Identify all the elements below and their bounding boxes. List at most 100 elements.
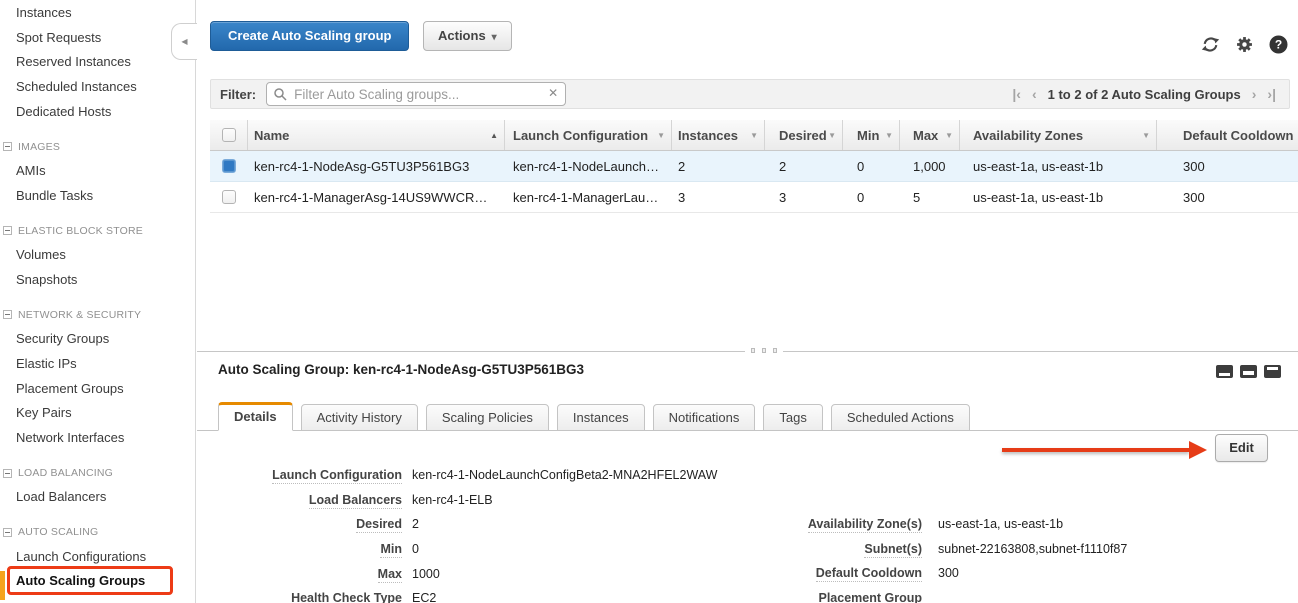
- sidebar-section-network-security[interactable]: NETWORK & SECURITY: [0, 303, 195, 328]
- collapse-minus-icon: [3, 142, 12, 151]
- tab-scaling-policies[interactable]: Scaling Policies: [426, 404, 549, 431]
- detail-tabs: Details Activity History Scaling Policie…: [197, 402, 1298, 431]
- tab-details[interactable]: Details: [218, 402, 293, 431]
- field-default-cooldown: Default Cooldown300: [732, 564, 1127, 589]
- sidebar-section-images[interactable]: IMAGES: [0, 134, 195, 159]
- sidebar-item-amis[interactable]: AMIs: [0, 159, 195, 184]
- tab-instances[interactable]: Instances: [557, 404, 645, 431]
- sidebar-item-snapshots[interactable]: Snapshots: [0, 268, 195, 293]
- column-label: Availability Zones: [973, 128, 1083, 143]
- filter-search-input[interactable]: [266, 82, 566, 106]
- field-label: Max: [378, 567, 402, 583]
- sidebar-item-spot-requests[interactable]: Spot Requests: [0, 26, 195, 51]
- cell-default-cooldown: 300: [1157, 159, 1298, 174]
- field-value: ken-rc4-1-ELB: [412, 493, 493, 507]
- sidebar-item-elastic-ips[interactable]: Elastic IPs: [0, 352, 195, 377]
- sidebar-item-key-pairs[interactable]: Key Pairs: [0, 401, 195, 426]
- sort-caret-icon: ▼: [885, 131, 893, 140]
- layout-split-pane-icon[interactable]: [1240, 365, 1257, 378]
- row-checkbox[interactable]: [222, 190, 236, 204]
- column-header-default-cooldown[interactable]: Default Cooldown: [1157, 120, 1298, 150]
- tab-notifications[interactable]: Notifications: [653, 404, 756, 431]
- cell-name: ken-rc4-1-ManagerAsg-14US9WWCR…: [248, 190, 505, 205]
- cell-availability-zones: us-east-1a, us-east-1b: [960, 190, 1157, 205]
- collapse-minus-icon: [3, 528, 12, 537]
- field-value: EC2: [412, 591, 436, 603]
- orange-annotation-bar: [0, 571, 5, 600]
- column-header-launch-configuration[interactable]: Launch Configuration ▼: [505, 120, 672, 150]
- field-label: Placement Group: [819, 591, 923, 603]
- sidebar-item-label: Auto Scaling Groups: [16, 573, 145, 588]
- cell-instances: 2: [672, 159, 765, 174]
- sidebar-item-launch-configurations[interactable]: Launch Configurations: [0, 545, 195, 570]
- sidebar-item-load-balancers[interactable]: Load Balancers: [0, 485, 195, 510]
- page-prev-icon[interactable]: ‹: [1032, 86, 1037, 102]
- sidebar-item-auto-scaling-groups[interactable]: Auto Scaling Groups: [0, 569, 195, 594]
- cell-max: 5: [900, 190, 960, 205]
- red-arrow-annotation: [1002, 441, 1207, 459]
- sidebar-item-security-groups[interactable]: Security Groups: [0, 327, 195, 352]
- sidebar-item-volumes[interactable]: Volumes: [0, 243, 195, 268]
- refresh-icon[interactable]: [1201, 36, 1220, 53]
- tab-scheduled-actions[interactable]: Scheduled Actions: [831, 404, 970, 431]
- column-header-instances[interactable]: Instances ▼: [672, 120, 765, 150]
- sidebar-item-reserved-instances[interactable]: Reserved Instances: [0, 50, 195, 75]
- sidebar-section-ebs[interactable]: ELASTIC BLOCK STORE: [0, 219, 195, 244]
- cell-max: 1,000: [900, 159, 960, 174]
- sidebar-section-load-balancing[interactable]: LOAD BALANCING: [0, 461, 195, 486]
- sidebar-section-label: NETWORK & SECURITY: [18, 309, 141, 321]
- clear-filter-icon[interactable]: ✕: [548, 86, 558, 100]
- field-label: Subnet(s): [864, 542, 922, 558]
- gear-icon[interactable]: [1236, 36, 1253, 53]
- sidebar-item-placement-groups[interactable]: Placement Groups: [0, 377, 195, 402]
- page-last-icon[interactable]: ›|: [1267, 86, 1276, 102]
- main-content: Create Auto Scaling group Actions▾: [197, 0, 1298, 603]
- sidebar-item-bundle-tasks[interactable]: Bundle Tasks: [0, 184, 195, 209]
- tab-activity-history[interactable]: Activity History: [301, 404, 418, 431]
- sidebar-item-dedicated-hosts[interactable]: Dedicated Hosts: [0, 100, 195, 125]
- help-icon[interactable]: ?: [1269, 35, 1288, 54]
- column-label: Name: [254, 128, 289, 143]
- sidebar-item-network-interfaces[interactable]: Network Interfaces: [0, 426, 195, 451]
- column-header-name[interactable]: Name ▲: [248, 120, 505, 150]
- pagination-text: 1 to 2 of 2 Auto Scaling Groups: [1048, 87, 1241, 102]
- field-health-check-type: Health Check TypeEC2: [218, 589, 717, 603]
- layout-bottom-pane-icon[interactable]: [1216, 365, 1233, 378]
- column-label: Instances: [678, 128, 738, 143]
- column-label: Launch Configuration: [513, 128, 648, 143]
- field-label: Load Balancers: [309, 493, 402, 509]
- field-label: Default Cooldown: [816, 566, 922, 582]
- tab-tags[interactable]: Tags: [763, 404, 822, 431]
- row-checkbox-checked[interactable]: [222, 159, 236, 173]
- sidebar-item-instances[interactable]: Instances: [0, 1, 195, 26]
- edit-button[interactable]: Edit: [1215, 434, 1268, 462]
- sidebar-section-auto-scaling[interactable]: AUTO SCALING: [0, 520, 195, 545]
- column-header-availability-zones[interactable]: Availability Zones ▼: [960, 120, 1157, 150]
- create-auto-scaling-group-button[interactable]: Create Auto Scaling group: [210, 21, 409, 51]
- sort-caret-icon: ▼: [1142, 131, 1150, 140]
- field-label: Desired: [356, 517, 402, 533]
- sidebar-collapse-tab[interactable]: ◀: [171, 23, 197, 60]
- table-row[interactable]: ken-rc4-1-ManagerAsg-14US9WWCR… ken-rc4-…: [210, 182, 1298, 213]
- sidebar-item-scheduled-instances[interactable]: Scheduled Instances: [0, 75, 195, 100]
- divider-drag-handle[interactable]: [745, 348, 783, 353]
- select-all-checkbox[interactable]: [210, 120, 248, 150]
- table-header-row: Name ▲ Launch Configuration ▼ Instances …: [210, 120, 1298, 151]
- field-subnets: Subnet(s)subnet-22163808,subnet-f1110f87: [732, 540, 1127, 565]
- page-next-icon[interactable]: ›: [1252, 86, 1257, 102]
- column-header-min[interactable]: Min ▼: [843, 120, 900, 150]
- sort-asc-icon: ▲: [490, 131, 498, 140]
- pagination: |‹ ‹ 1 to 2 of 2 Auto Scaling Groups › ›…: [1012, 86, 1276, 102]
- asg-table: Name ▲ Launch Configuration ▼ Instances …: [210, 120, 1298, 213]
- field-value: ken-rc4-1-NodeLaunchConfigBeta2-MNA2HFEL…: [412, 468, 717, 482]
- column-header-desired[interactable]: Desired ▼: [765, 120, 843, 150]
- layout-top-pane-icon[interactable]: [1264, 365, 1281, 378]
- sort-caret-icon: ▼: [945, 131, 953, 140]
- table-row[interactable]: ken-rc4-1-NodeAsg-G5TU3P561BG3 ken-rc4-1…: [210, 151, 1298, 182]
- checkbox-icon[interactable]: [222, 128, 236, 142]
- field-min: Min0: [218, 540, 717, 565]
- page-first-icon[interactable]: |‹: [1012, 86, 1021, 102]
- detail-fields-right: Availability Zone(s)us-east-1a, us-east-…: [732, 515, 1127, 603]
- column-header-max[interactable]: Max ▼: [900, 120, 960, 150]
- actions-button[interactable]: Actions▾: [423, 21, 512, 51]
